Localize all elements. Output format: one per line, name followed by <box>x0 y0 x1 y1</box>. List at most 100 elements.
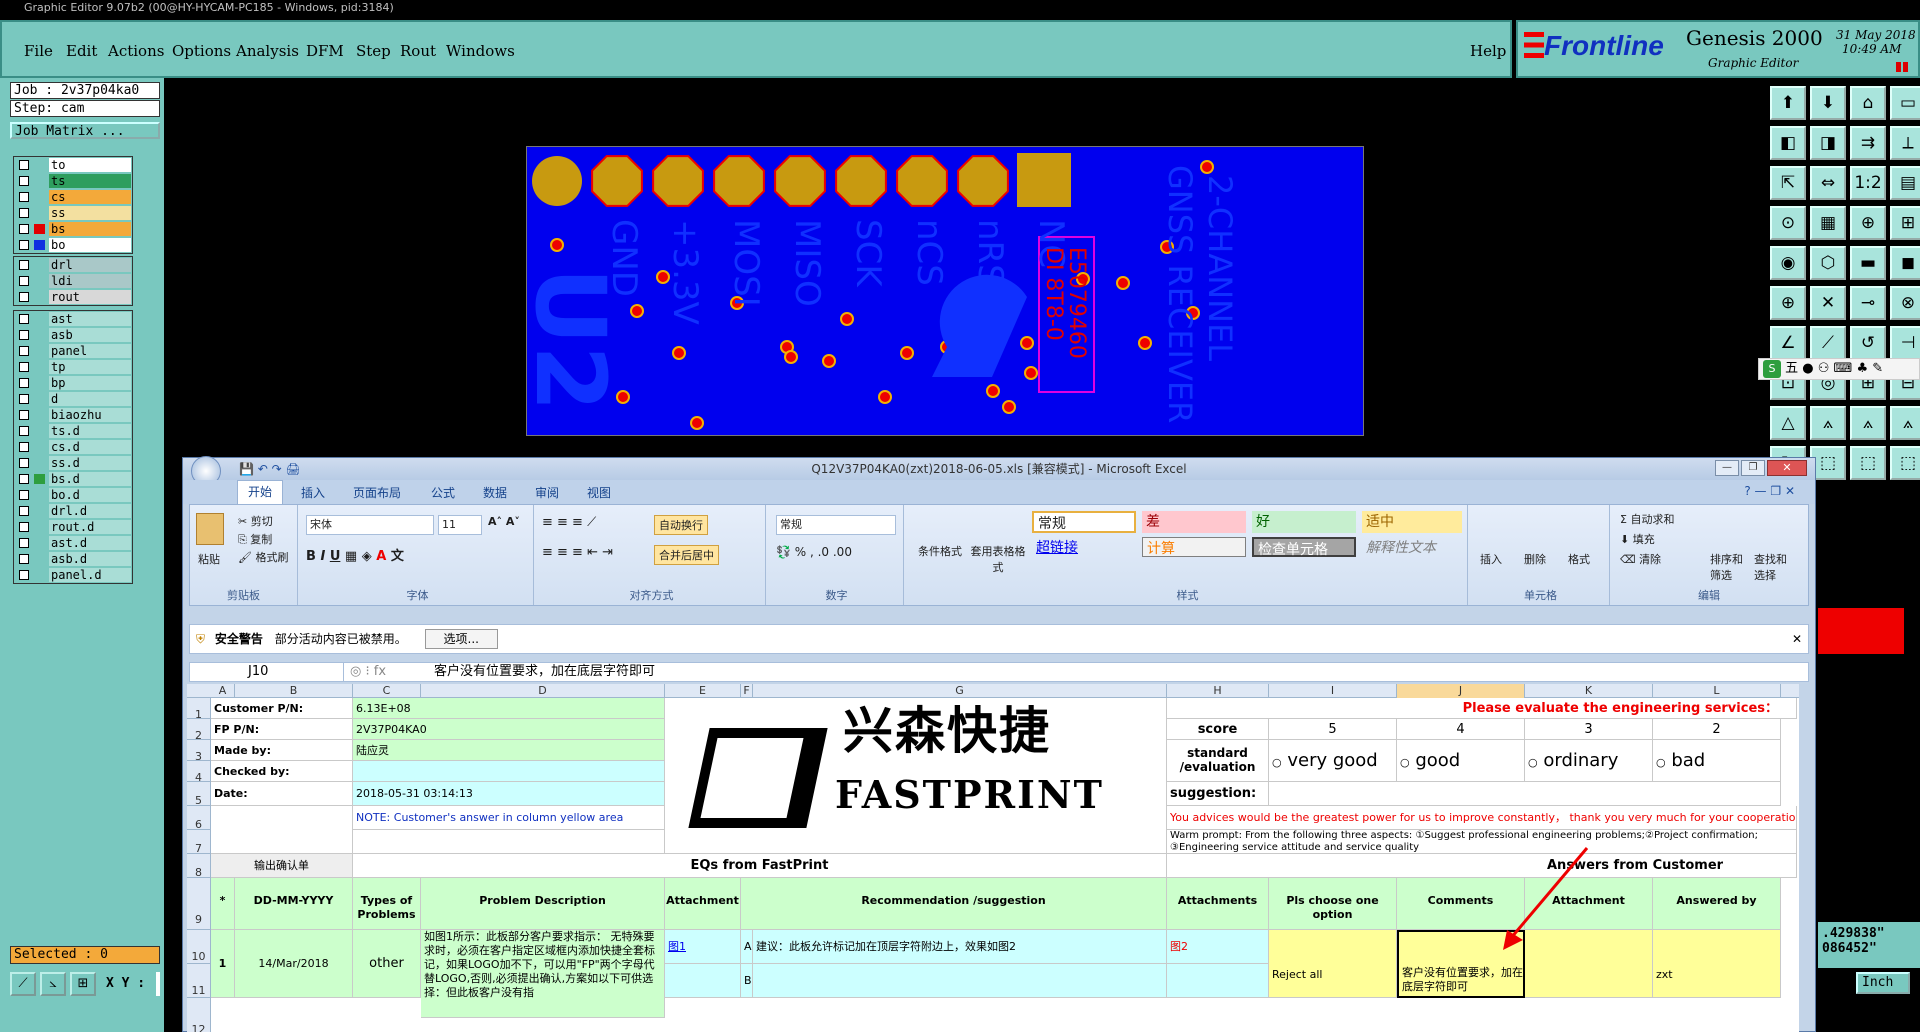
tool-14-icon[interactable]: ⊕ <box>1850 206 1886 240</box>
tool-17-icon[interactable]: ⬡ <box>1810 246 1846 280</box>
tool-4-icon[interactable]: ◧ <box>1770 126 1806 160</box>
layer-name[interactable]: ts <box>49 174 131 188</box>
tab-page-layout[interactable]: 页面布局 <box>353 484 401 501</box>
type-cell[interactable]: other <box>353 930 421 998</box>
header-cell[interactable]: DD-MM-YYYY <box>235 878 353 930</box>
column-header-C[interactable]: C <box>353 684 421 698</box>
layer-checkbox[interactable] <box>19 160 29 170</box>
date-value[interactable]: 2018-05-31 03:14:13 <box>353 782 665 806</box>
score-s5[interactable]: 5 <box>1269 719 1397 740</box>
layer-checkbox[interactable] <box>19 260 29 270</box>
row-header-5[interactable]: 5 <box>187 782 211 807</box>
tool-12-icon[interactable]: ⊙ <box>1770 206 1806 240</box>
tool-32-icon[interactable]: △ <box>1770 406 1806 440</box>
layer-row-bs[interactable]: bs <box>14 221 132 237</box>
column-header-F[interactable]: F <box>741 684 753 698</box>
blank-cell[interactable] <box>665 964 741 998</box>
measure-icon[interactable]: ⦣ <box>40 972 66 996</box>
warm-prompt-2[interactable]: ③Engineering service attitude and servic… <box>1167 842 1797 854</box>
layer-row-drl[interactable]: drl <box>14 257 132 273</box>
recommendation-cell[interactable]: 建议：此板允许标记加在顶层字符附边上，效果如图2 <box>753 930 1167 964</box>
conditional-format-button[interactable]: 条件格式 <box>912 543 968 559</box>
clear-button[interactable]: ⌫ 清除 <box>1620 551 1661 567</box>
style-bad[interactable]: 差 <box>1142 511 1246 533</box>
tool-33-icon[interactable]: ⟑ <box>1810 406 1846 440</box>
horizontal-align-icons[interactable]: ≡ ≡ ≡ ⇤ ⇥ <box>542 545 613 560</box>
tool-8-icon[interactable]: ⇱ <box>1770 166 1806 200</box>
radio-icon[interactable]: ○ <box>1400 756 1410 769</box>
layer-row-biaozhu[interactable]: biaozhu <box>14 407 132 423</box>
tab-data[interactable]: 数据 <box>483 484 507 501</box>
style-good[interactable]: 好 <box>1252 511 1356 533</box>
security-options-button[interactable]: 选项... <box>424 629 498 649</box>
ime-toolbar[interactable]: S 五 ● ⚇ ⌨ ♣ ✎ <box>1758 358 1920 380</box>
column-header-J[interactable]: J <box>1397 684 1525 698</box>
header-cell[interactable]: Pls choose one option <box>1269 878 1397 930</box>
bold-italic-underline-icons[interactable]: B I U ▦ ◈ A 文 <box>306 545 404 564</box>
formula-input[interactable]: 客户没有位置要求，加在底层字符即可 <box>434 663 655 681</box>
date-label[interactable]: Date: <box>211 782 353 806</box>
row-header-10[interactable]: 10 <box>187 930 211 964</box>
tool-15-icon[interactable]: ⊞ <box>1890 206 1920 240</box>
layer-checkbox[interactable] <box>19 538 29 548</box>
row-header-8[interactable]: 8 <box>187 854 211 879</box>
attachment2-link[interactable]: 图2 <box>1167 930 1269 964</box>
column-header-B[interactable]: B <box>235 684 353 698</box>
xy-field[interactable] <box>156 972 160 996</box>
column-header-L[interactable]: L <box>1653 684 1781 698</box>
header-cell[interactable]: Types of Problems <box>353 878 421 930</box>
layer-row-cs.d[interactable]: cs.d <box>14 439 132 455</box>
choice-cell[interactable]: Reject all <box>1269 930 1397 998</box>
layer-checkbox[interactable] <box>19 410 29 420</box>
layer-name[interactable]: bp <box>49 376 131 390</box>
layer-checkbox[interactable] <box>19 362 29 372</box>
layer-row-rout.d[interactable]: rout.d <box>14 519 132 535</box>
tool-13-icon[interactable]: ▦ <box>1810 206 1846 240</box>
layer-checkbox[interactable] <box>19 330 29 340</box>
layer-checkbox[interactable] <box>19 314 29 324</box>
layer-checkbox[interactable] <box>19 176 29 186</box>
row-header-4[interactable]: 4 <box>187 761 211 784</box>
tool-16-icon[interactable]: ◉ <box>1770 246 1806 280</box>
delete-cells-button[interactable]: 删除 <box>1524 551 1546 567</box>
layer-name[interactable]: ss.d <box>49 456 131 470</box>
layer-checkbox[interactable] <box>19 224 29 234</box>
layer-name[interactable]: bo <box>49 238 131 252</box>
layer-checkbox[interactable] <box>19 426 29 436</box>
tool-25-icon[interactable]: ⟋ <box>1810 326 1846 360</box>
radio-icon[interactable]: ○ <box>1272 756 1282 769</box>
option-a[interactable]: A <box>741 930 753 964</box>
score-s3[interactable]: 3 <box>1525 719 1653 740</box>
layer-checkbox[interactable] <box>19 490 29 500</box>
quick-access-icons[interactable]: 💾 ↶ ↷ 🖨 <box>239 458 301 480</box>
menu-step[interactable]: Step <box>356 42 391 60</box>
layer-name[interactable]: drl.d <box>49 504 131 518</box>
blank-cell[interactable] <box>1167 964 1269 998</box>
fp-pn-value[interactable]: 2V37P04KA0 <box>353 719 665 740</box>
radio-icon[interactable]: ○ <box>1656 756 1666 769</box>
layer-checkbox[interactable] <box>19 474 29 484</box>
column-header-A[interactable]: A <box>211 684 235 698</box>
layer-checkbox[interactable] <box>19 208 29 218</box>
paste-button[interactable]: 粘贴 <box>198 551 220 567</box>
menu-help[interactable]: Help <box>1470 42 1506 60</box>
answered-by-cell[interactable]: zxt <box>1653 930 1781 998</box>
layer-row-cs[interactable]: cs <box>14 189 132 205</box>
layer-checkbox[interactable] <box>19 458 29 468</box>
tool-3-icon[interactable]: ▭ <box>1890 86 1920 120</box>
wrap-text-button[interactable]: 自动换行 <box>654 515 708 535</box>
format-as-table-button[interactable]: 套用表格格式 <box>970 543 1026 575</box>
layer-name[interactable]: panel.d <box>49 568 131 582</box>
layer-checkbox[interactable] <box>19 570 29 580</box>
close-bar-icon[interactable]: ✕ <box>1792 625 1802 653</box>
layer-name[interactable]: bs <box>49 222 131 236</box>
cut-button[interactable]: ✂ 剪切 <box>238 513 273 529</box>
style-explanatory[interactable]: 解释性文本 <box>1362 537 1462 557</box>
layer-checkbox[interactable] <box>19 240 29 250</box>
number-format-icons[interactable]: 💱 % , .0 .00 <box>776 545 852 559</box>
customer-pn-label[interactable]: Customer P/N: <box>211 698 353 719</box>
header-cell[interactable]: * <box>211 878 235 930</box>
row-number[interactable]: 1 <box>211 930 235 998</box>
format-cells-button[interactable]: 格式 <box>1568 551 1590 567</box>
blank-cell[interactable] <box>211 806 353 854</box>
